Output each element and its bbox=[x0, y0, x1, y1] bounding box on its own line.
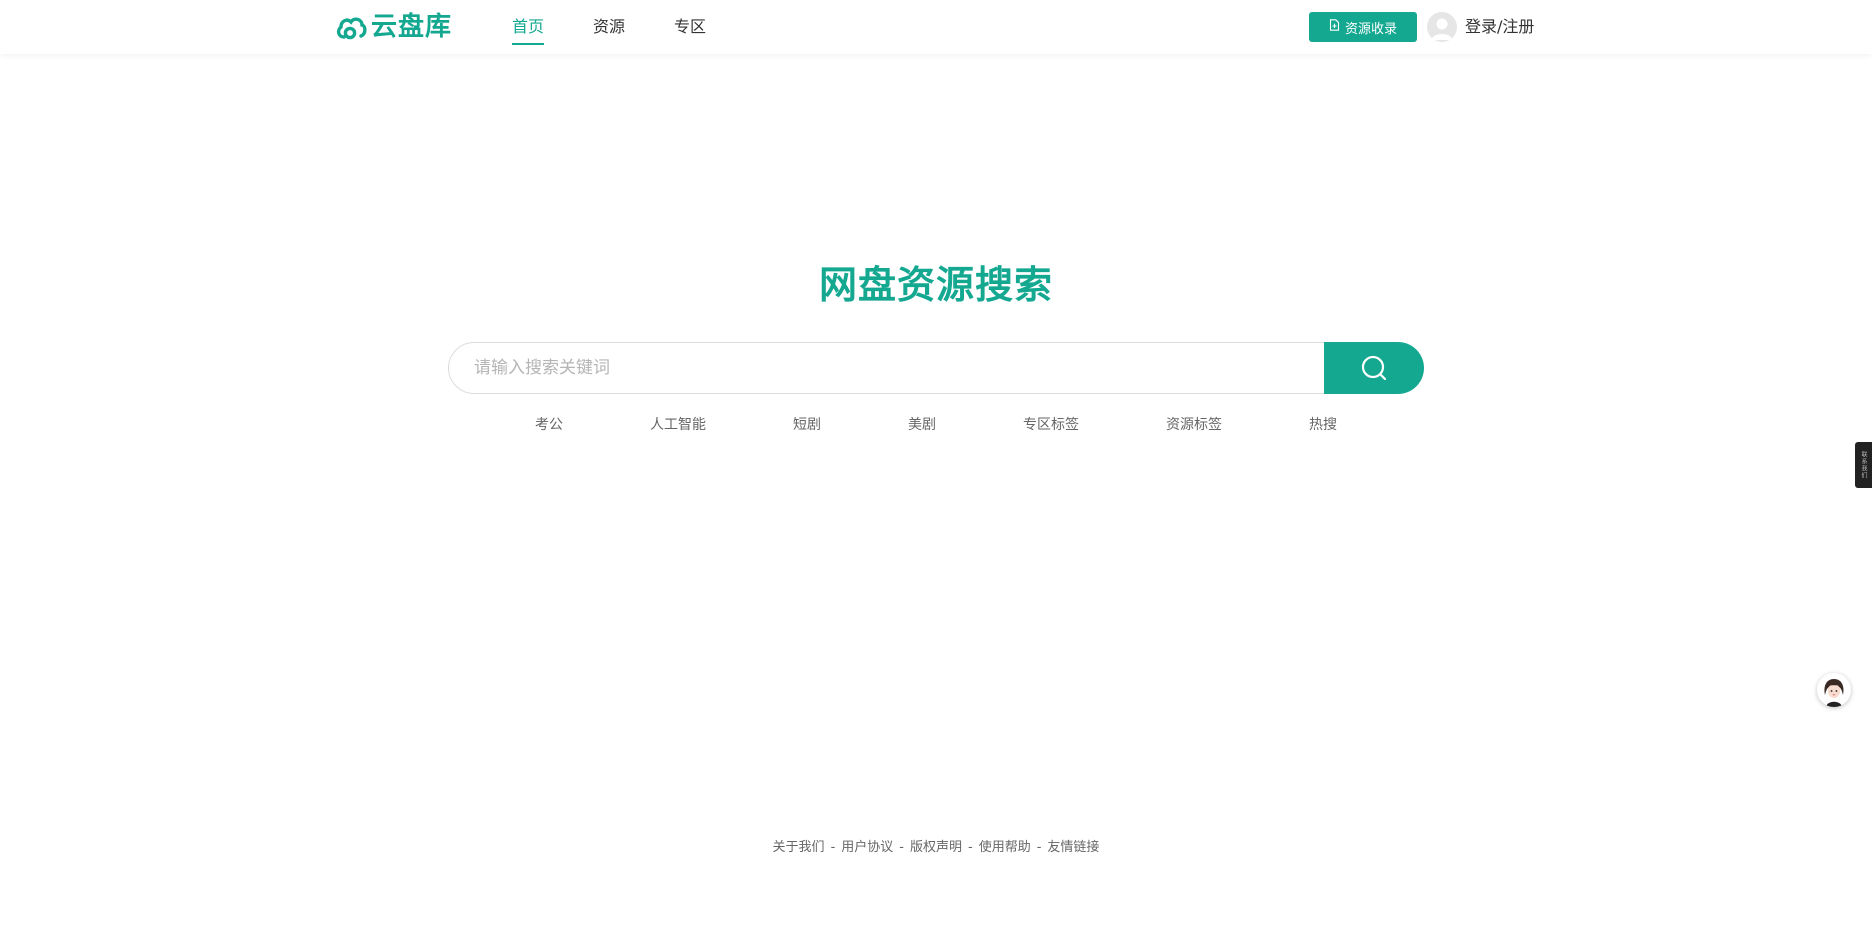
footer-link-copyright[interactable]: 版权声明 bbox=[910, 840, 962, 855]
side-contact-tab[interactable]: 联系我们 bbox=[1855, 442, 1872, 488]
footer-link-help[interactable]: 使用帮助 bbox=[979, 840, 1031, 855]
footer-link-friends[interactable]: 友情链接 bbox=[1047, 840, 1099, 855]
tag-link[interactable]: 专区标签 bbox=[1023, 415, 1079, 435]
search-input[interactable] bbox=[448, 342, 1338, 394]
nav-item-zones[interactable]: 专区 bbox=[674, 0, 706, 54]
tag-link[interactable]: 考公 bbox=[535, 415, 563, 435]
logo-text: 云盘库 bbox=[371, 12, 453, 42]
tag-link[interactable]: 热搜 bbox=[1309, 415, 1337, 435]
footer-links: 关于我们 - 用户协议 - 版权声明 - 使用帮助 - 友情链接 bbox=[0, 838, 1872, 858]
footer-separator: - bbox=[830, 840, 836, 855]
search-icon bbox=[1361, 355, 1387, 381]
login-register-link[interactable]: 登录/注册 bbox=[1465, 16, 1534, 38]
tag-link[interactable]: 短剧 bbox=[793, 415, 821, 435]
document-icon bbox=[1329, 19, 1340, 35]
tag-link[interactable]: 资源标签 bbox=[1166, 415, 1222, 435]
footer-separator: - bbox=[968, 840, 973, 855]
tag-link[interactable]: 人工智能 bbox=[650, 415, 706, 435]
main-nav: 首页 资源 专区 bbox=[512, 0, 755, 54]
side-contact-label: 联系我们 bbox=[1860, 451, 1867, 479]
search-bar bbox=[448, 342, 1424, 394]
user-avatar-icon[interactable] bbox=[1427, 12, 1457, 42]
customer-service-avatar-icon[interactable] bbox=[1817, 673, 1851, 707]
nav-item-home[interactable]: 首页 bbox=[512, 0, 545, 54]
footer-separator: - bbox=[1036, 840, 1042, 855]
top-header: 云盘库 首页 资源 专区 资源收录 登录/注册 bbox=[0, 0, 1872, 54]
resource-collect-label: 资源收录 bbox=[1344, 21, 1397, 37]
tag-link[interactable]: 美剧 bbox=[908, 415, 936, 435]
cloud-logo-icon bbox=[336, 17, 367, 40]
footer-separator: - bbox=[899, 840, 904, 855]
page-title: 网盘资源搜索 bbox=[818, 263, 1053, 307]
nav-item-resources[interactable]: 资源 bbox=[593, 0, 625, 54]
hot-tags: 考公 人工智能 短剧 美剧 专区标签 资源标签 热搜 bbox=[0, 415, 1872, 435]
site-logo[interactable]: 云盘库 bbox=[335, 12, 452, 42]
footer-link-about[interactable]: 关于我们 bbox=[773, 840, 825, 855]
resource-collect-button[interactable]: 资源收录 bbox=[1309, 12, 1417, 42]
search-button[interactable] bbox=[1324, 342, 1424, 394]
footer-link-agreement[interactable]: 用户协议 bbox=[841, 840, 893, 855]
